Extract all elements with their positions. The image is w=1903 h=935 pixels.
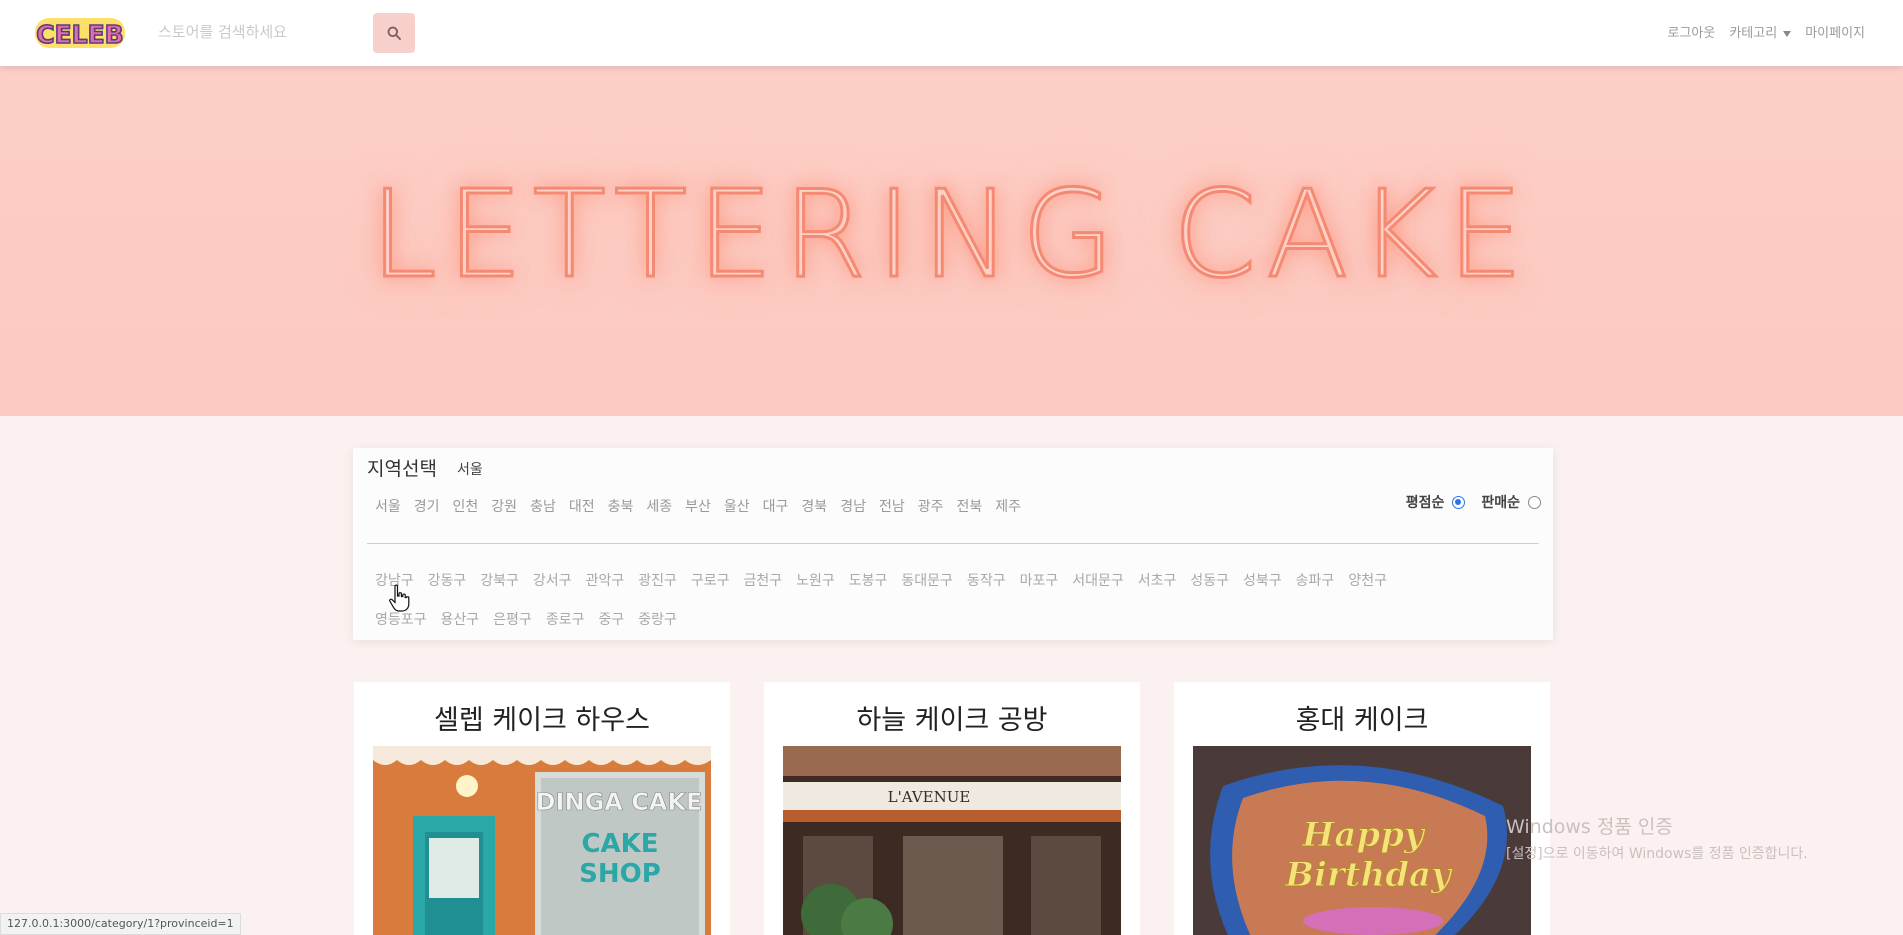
hero-title: LETTERING CAKE — [368, 165, 1534, 307]
province-item[interactable]: 인천 — [453, 496, 479, 516]
celeb-logo[interactable]: CELEB — [34, 14, 126, 52]
sort-sales-label[interactable]: 판매순 — [1481, 492, 1520, 512]
province-item[interactable]: 전북 — [956, 496, 982, 516]
hero-banner: LETTERING CAKE — [0, 66, 1903, 416]
province-item[interactable]: 경북 — [801, 496, 827, 516]
cake-shop-storefront-image: DINGA CAKE CAKE SHOP — [373, 746, 711, 935]
district-list-row-2: 영등포구 용산구 은평구 종로구 중구 중랑구 — [375, 609, 677, 629]
district-item[interactable]: 동대문구 — [901, 570, 953, 590]
sort-options: 평점순 판매순 — [1406, 492, 1541, 512]
store-card[interactable]: 셀렙 케이크 하우스 DINGA CAKE CAKE SHOP — [354, 682, 730, 935]
district-item[interactable]: 광진구 — [638, 570, 677, 590]
province-list: 서울 경기 인천 강원 충남 대전 충북 세종 부산 울산 대구 경북 경남 전… — [375, 496, 1021, 516]
search-icon — [387, 26, 401, 40]
district-item[interactable]: 구로구 — [691, 570, 730, 590]
hand-cursor-icon — [389, 584, 410, 612]
sort-sales-radio[interactable] — [1528, 495, 1541, 509]
district-item[interactable]: 금천구 — [743, 570, 782, 590]
province-item[interactable]: 경기 — [414, 496, 440, 516]
district-item[interactable]: 성북구 — [1243, 570, 1282, 590]
caret-down-icon — [1783, 30, 1792, 37]
province-item[interactable]: 경남 — [840, 496, 866, 516]
store-name: 셀렙 케이크 하우스 — [434, 705, 650, 736]
logout-link[interactable]: 로그아웃 — [1668, 22, 1716, 41]
district-item[interactable]: 양천구 — [1348, 570, 1387, 590]
birthday-cake-image: Happy Birthday — [1193, 746, 1531, 935]
top-navbar: CELEB 로그아웃 카테고리 마이페이지 — [0, 0, 1903, 66]
filter-divider — [367, 543, 1539, 544]
region-select-title: 지역선택 — [367, 458, 437, 480]
watermark-subtitle: [설정]으로 이동하여 Windows를 정품 인증합니다. — [1506, 846, 1808, 862]
search-button[interactable] — [373, 13, 415, 53]
category-dropdown[interactable]: 카테고리 — [1729, 22, 1792, 41]
svg-text:CAKE: CAKE — [581, 829, 658, 859]
region-filter-panel: 지역선택 서울 서울 경기 인천 강원 충남 대전 충북 세종 부산 울산 대구… — [353, 448, 1553, 640]
svg-text:SHOP: SHOP — [579, 859, 661, 889]
province-item[interactable]: 광주 — [918, 496, 944, 516]
province-item[interactable]: 세종 — [646, 496, 672, 516]
nav-links: 로그아웃 카테고리 마이페이지 — [1668, 22, 1866, 41]
district-item[interactable]: 영등포구 — [375, 609, 427, 629]
bakery-storefront-image: L'AVENUE — [783, 746, 1121, 935]
store-card[interactable]: 홍대 케이크 Happy Birthday — [1174, 682, 1550, 935]
svg-text:L'AVENUE: L'AVENUE — [888, 788, 971, 806]
watermark-title: Windows 정품 인증 — [1506, 816, 1673, 838]
district-item[interactable]: 강서구 — [533, 570, 572, 590]
svg-text:CELEB: CELEB — [36, 20, 124, 49]
province-item[interactable]: 강원 — [491, 496, 517, 516]
svg-text:Birthday: Birthday — [1284, 855, 1453, 895]
province-item[interactable]: 대전 — [569, 496, 595, 516]
province-item[interactable]: 전남 — [879, 496, 905, 516]
sort-rating-radio[interactable] — [1452, 495, 1466, 509]
status-bar-url: 127.0.0.1:3000/category/1?provinceid=1 — [0, 913, 241, 935]
district-item[interactable]: 종로구 — [546, 609, 585, 629]
svg-text:DINGA CAKE: DINGA CAKE — [536, 788, 703, 816]
province-item[interactable]: 대구 — [763, 496, 789, 516]
district-item[interactable]: 은평구 — [493, 609, 532, 629]
selected-region: 서울 — [457, 462, 483, 478]
store-photo[interactable]: Happy Birthday — [1193, 746, 1531, 935]
mypage-link[interactable]: 마이페이지 — [1805, 22, 1865, 41]
category-label: 카테고리 — [1729, 26, 1778, 41]
district-item[interactable]: 노원구 — [796, 570, 835, 590]
district-item[interactable]: 관악구 — [586, 570, 625, 590]
province-item[interactable]: 울산 — [724, 496, 750, 516]
district-item[interactable]: 용산구 — [441, 609, 480, 629]
district-item[interactable]: 중구 — [598, 609, 624, 629]
district-item[interactable]: 마포구 — [1020, 570, 1059, 590]
store-search-input[interactable] — [146, 14, 368, 50]
province-item[interactable]: 충북 — [608, 496, 634, 516]
district-item[interactable]: 서초구 — [1138, 570, 1177, 590]
sort-rating-label[interactable]: 평점순 — [1406, 492, 1445, 512]
province-item[interactable]: 제주 — [995, 496, 1021, 516]
province-item[interactable]: 부산 — [685, 496, 711, 516]
store-name: 하늘 케이크 공방 — [856, 705, 1048, 736]
windows-activation-watermark: Windows 정품 인증 [설정]으로 이동하여 Windows를 정품 인증… — [1506, 812, 1808, 863]
district-item[interactable]: 서대문구 — [1072, 570, 1124, 590]
store-photo[interactable]: DINGA CAKE CAKE SHOP — [373, 746, 711, 935]
district-item[interactable]: 강북구 — [480, 570, 519, 590]
district-item[interactable]: 중랑구 — [638, 609, 677, 629]
store-card[interactable]: 하늘 케이크 공방 L'AVENUE — [764, 682, 1140, 935]
store-name: 홍대 케이크 — [1295, 705, 1429, 736]
district-item[interactable]: 강동구 — [428, 570, 467, 590]
district-list-row-1: 강남구 강동구 강북구 강서구 관악구 광진구 구로구 금천구 노원구 도봉구 … — [375, 570, 1387, 590]
store-photo[interactable]: L'AVENUE — [783, 746, 1121, 935]
svg-text:Happy: Happy — [1301, 815, 1426, 855]
district-item[interactable]: 성동구 — [1190, 570, 1229, 590]
district-item[interactable]: 도봉구 — [849, 570, 888, 590]
district-item[interactable]: 동작구 — [967, 570, 1006, 590]
province-item[interactable]: 충남 — [530, 496, 556, 516]
district-item[interactable]: 송파구 — [1296, 570, 1335, 590]
province-item[interactable]: 서울 — [375, 496, 401, 516]
